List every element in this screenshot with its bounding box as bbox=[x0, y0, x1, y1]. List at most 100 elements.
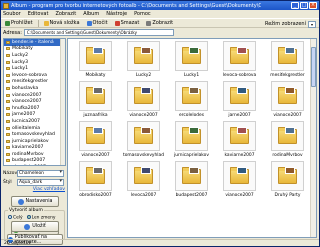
thumbnail-image[interactable] bbox=[175, 41, 208, 71]
thumbnail-item[interactable]: ercolelodes bbox=[168, 81, 215, 121]
menu-album[interactable]: Album bbox=[83, 11, 99, 17]
thumbnail-image[interactable] bbox=[79, 161, 112, 191]
browse-button[interactable]: Prohlížet bbox=[3, 19, 35, 27]
tree-item[interactable]: bender.ie - italená bbox=[4, 39, 65, 46]
thumbnail-image[interactable] bbox=[271, 161, 304, 191]
tree-item[interactable]: hnufka2007 bbox=[4, 105, 65, 112]
tree-item[interactable]: obrodisko2007 bbox=[4, 164, 65, 165]
view-button[interactable]: Zobrazit bbox=[144, 19, 175, 27]
thumbnail-item[interactable]: jarne2007 bbox=[216, 81, 263, 121]
tree-item-label: vianoce2007 bbox=[12, 92, 42, 98]
thumbnail-image[interactable] bbox=[271, 41, 304, 71]
thumbnail-item[interactable]: mesiťekgrestler bbox=[264, 41, 311, 81]
thumbnail-image[interactable] bbox=[127, 161, 160, 191]
thumbnail-item[interactable]: vianoce2007 bbox=[264, 81, 311, 121]
address-field[interactable]: C:\Documents and Settings\Guest\Dokument… bbox=[23, 29, 174, 36]
tree-item[interactable]: vianoce2007 bbox=[4, 98, 65, 105]
tree-item[interactable]: budapest2007 bbox=[4, 158, 65, 165]
thumbnail-item[interactable]: juznaafrika bbox=[72, 81, 119, 121]
radio-changes[interactable]: Len zmeny bbox=[26, 215, 56, 221]
thumbnail-image[interactable] bbox=[223, 121, 256, 151]
tree-item[interactable]: Lucky1 bbox=[4, 65, 65, 72]
thumbnail-item[interactable]: vianoce2007 bbox=[216, 161, 263, 201]
tree-item[interactable]: lucnica2007 bbox=[4, 118, 65, 125]
thumbnail-item[interactable]: kaviarne2007 bbox=[216, 121, 263, 161]
thumbnail-item[interactable]: Mobikaty bbox=[72, 41, 119, 81]
save-button[interactable]: Uložiť bbox=[11, 221, 59, 232]
name-label: Názov bbox=[3, 170, 18, 176]
thumbnail-caption: jarne2007 bbox=[228, 113, 251, 118]
style-select[interactable]: Aqua_dark bbox=[17, 178, 64, 186]
menu-nastroje[interactable]: Nástroje bbox=[106, 11, 127, 17]
thumbnail-image[interactable] bbox=[175, 121, 208, 151]
thumbnail-item[interactable]: jurnicaprielakov bbox=[168, 121, 215, 161]
thumbnail-scrollbar[interactable] bbox=[310, 39, 316, 237]
tree-item[interactable]: tomasovskevyhlad bbox=[4, 131, 65, 138]
thumbnail-caption: vianoce2007 bbox=[129, 113, 158, 118]
tree-scrollbar[interactable] bbox=[60, 39, 65, 165]
rotate-button[interactable]: Otočit bbox=[85, 19, 110, 27]
thumbnail-image[interactable] bbox=[223, 81, 256, 111]
radio-all[interactable]: Celý bbox=[8, 215, 23, 221]
thumbnail-image[interactable] bbox=[175, 161, 208, 191]
rotate-label: Otočit bbox=[92, 20, 108, 26]
photo-preview bbox=[237, 47, 247, 54]
thumbnail-image[interactable] bbox=[79, 121, 112, 151]
style-row: Štýl Aqua_dark bbox=[3, 178, 66, 186]
thumbnail-item[interactable]: Druhý Party bbox=[264, 161, 311, 201]
menu-editovat[interactable]: Editovat bbox=[28, 11, 49, 17]
view-label: Zobrazit bbox=[152, 20, 174, 26]
thumbnail-image[interactable] bbox=[271, 121, 304, 151]
tree-item[interactable]: Lucky3 bbox=[4, 59, 65, 66]
thumbnail-image[interactable] bbox=[223, 41, 256, 71]
tree-item[interactable]: jurnicaprielakov bbox=[4, 138, 65, 145]
thumbnail-item[interactable]: vianoce2007 bbox=[72, 121, 119, 161]
thumbnail-item[interactable]: obrodisko2007 bbox=[72, 161, 119, 201]
thumbnail-item[interactable]: Lucky2 bbox=[120, 41, 167, 81]
thumbnail-image[interactable] bbox=[79, 81, 112, 111]
tree-item[interactable]: ollieitalemia bbox=[4, 125, 65, 132]
thumbnail-item[interactable]: budapest2007 bbox=[168, 161, 215, 201]
settings-label: Nastavenia bbox=[25, 199, 53, 204]
tree-item[interactable]: kaviarne2007 bbox=[4, 145, 65, 152]
thumbnail-image[interactable] bbox=[223, 161, 256, 191]
folder-icon bbox=[6, 106, 10, 110]
name-select[interactable]: Chameleon bbox=[17, 169, 64, 177]
tree-item[interactable]: jarne2007 bbox=[4, 112, 65, 119]
thumbnail-item[interactable]: levoca-sobrova bbox=[216, 41, 263, 81]
delete-button[interactable]: Smazat bbox=[113, 19, 142, 27]
thumbnail-image[interactable] bbox=[127, 41, 160, 71]
maximize-button[interactable]: □ bbox=[300, 2, 308, 9]
thumbnail-item[interactable]: Lucky1 bbox=[168, 41, 215, 81]
tree-item[interactable]: levoce-sobrova bbox=[4, 72, 65, 79]
menu-pomoc[interactable]: Pomoc bbox=[134, 11, 151, 17]
close-button[interactable]: × bbox=[309, 2, 317, 9]
thumbnail-item[interactable]: vianoce2007 bbox=[120, 81, 167, 121]
thumbnail-image[interactable] bbox=[175, 81, 208, 111]
thumbnail-image[interactable] bbox=[79, 41, 112, 71]
thumbnail-image[interactable] bbox=[271, 81, 304, 111]
tree-item[interactable]: rodinaMvrbov bbox=[4, 151, 65, 158]
tree-item[interactable]: vianoce2007 bbox=[4, 92, 65, 99]
new-folder-button[interactable]: Nová složka bbox=[42, 19, 82, 27]
thumbnail-item[interactable]: levoca2007 bbox=[120, 161, 167, 201]
scrollbar-thumb[interactable] bbox=[311, 47, 316, 87]
view-mode-dropdown[interactable]: ▾ bbox=[308, 20, 316, 28]
photo-preview bbox=[285, 87, 295, 94]
minimize-button[interactable]: _ bbox=[291, 2, 299, 9]
thumbnail-view: Mobikaty Lucky2 Lucky1 levoca-sobrova mesiťe… bbox=[67, 38, 317, 238]
menu-zobrazit[interactable]: Zobrazit bbox=[55, 11, 76, 17]
settings-button[interactable]: Nastavenia bbox=[11, 196, 59, 207]
tree-item[interactable]: bohuslavka bbox=[4, 85, 65, 92]
tree-item[interactable]: mesiťekgrestler bbox=[4, 79, 65, 86]
thumbnail-image[interactable] bbox=[127, 81, 160, 111]
folder-icon bbox=[6, 53, 10, 57]
menu-soubor[interactable]: Soubor bbox=[3, 11, 21, 17]
thumbnail-item[interactable]: tomasovskevyhlad bbox=[120, 121, 167, 161]
tree-item[interactable]: Mobikaty bbox=[4, 46, 65, 53]
thumbnail-image[interactable] bbox=[127, 121, 160, 151]
thumbnail-item[interactable]: rodinaMvrbov bbox=[264, 121, 311, 161]
thumbnail-caption: vianoce2007 bbox=[273, 113, 302, 118]
more-styles-link[interactable]: Viac vzhľadov bbox=[3, 187, 65, 193]
tree-item[interactable]: Lucky2 bbox=[4, 52, 65, 59]
